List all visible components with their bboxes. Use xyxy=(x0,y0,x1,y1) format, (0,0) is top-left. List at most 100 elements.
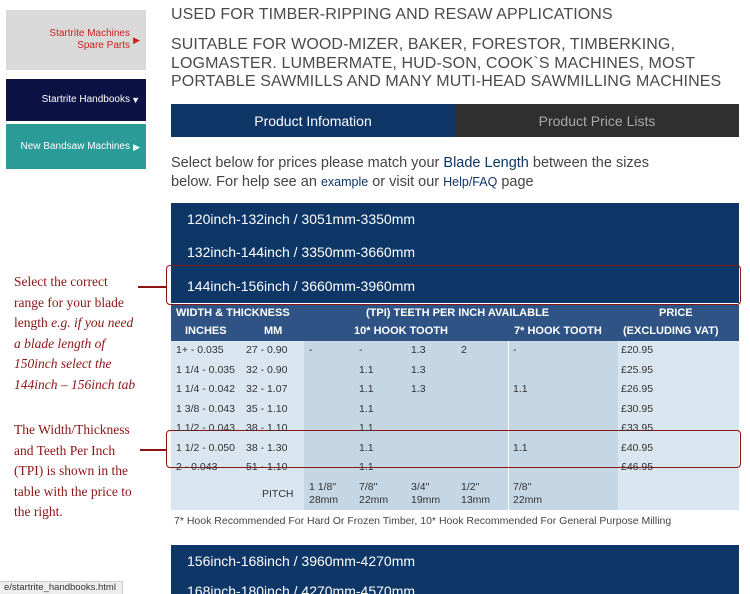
table-row[interactable]: 1 1/4 - 0.035 32 - 0.90 1.1 1.3 £25.95 xyxy=(171,361,739,381)
cell-tpi: 1.3 xyxy=(411,383,426,395)
example-link[interactable]: example xyxy=(321,175,368,189)
annotation-italic: a blade length of xyxy=(14,335,106,351)
cell-price: £46.95 xyxy=(621,461,654,473)
pitch-mm: 22mm xyxy=(359,493,389,506)
sidebar-item-new-bandsaw[interactable]: New Bandsaw Machines ▶ xyxy=(6,124,146,169)
table-body: 1+ - 0.035 27 - 0.90 - - 1.3 2 - £20.95 … xyxy=(171,341,739,510)
subheading-line: LOGMASTER. LUMBERMATE, HUD-SON, COOK`S M… xyxy=(171,54,696,72)
annotation-italic: select the xyxy=(57,356,112,371)
chevron-right-icon: ▶ xyxy=(133,35,140,45)
annotation-line: 144inch – 156inch tab xyxy=(14,375,154,396)
intro-text: Select below for prices please match you… xyxy=(171,154,649,192)
chevron-right-icon: ▶ xyxy=(133,141,140,152)
sidebar-item-spare-parts[interactable]: Startrite Machines Spare Parts ▶ xyxy=(6,10,146,70)
intro-text-part: Select below for prices please match you… xyxy=(171,155,444,171)
annotation-italic: 144inch – 156inch xyxy=(14,376,115,392)
pitch-row: PITCH 1 1/8" 28mm 7/8" 22mm 3/4" 19mm 1/2" 1… xyxy=(171,478,739,510)
cell-tpi: - xyxy=(309,344,313,356)
pitch-inch: 3/4" xyxy=(411,480,430,493)
table-row[interactable]: 1 1/4 - 0.042 32 - 1.07 1.1 1.3 1.1 £26.… xyxy=(171,380,739,400)
cell-mm: 38 - 1.10 xyxy=(246,422,288,434)
cell-inches: 1 3/8 - 0.043 xyxy=(176,402,235,415)
hook-recommendation-note: 7* Hook Recommended For Hard Or Frozen T… xyxy=(174,515,672,527)
range-accordion-lower: 156inch-168inch / 3960mm-4270mm 168inch-… xyxy=(171,545,739,594)
table-row[interactable]: 2 - 0.043 51 - 1.10 1.1 £46.95 xyxy=(171,458,739,478)
annotation-highlight-range xyxy=(166,265,741,305)
header-price: PRICE xyxy=(659,307,693,319)
header-tpi: (TPI) TEETH PER INCH AVAILABLE xyxy=(366,307,550,319)
annotation-italic: e.g. if you need xyxy=(51,315,134,330)
cell-mm: 32 - 1.07 xyxy=(246,383,288,395)
pitch-label: PITCH xyxy=(262,487,294,500)
annotation-italic: 150inch xyxy=(14,356,58,371)
table-row[interactable]: 1 1/2 - 0.050 38 - 1.30 1.1 1.1 £40.95 xyxy=(171,439,739,459)
cell-tpi: 1.1 xyxy=(359,363,374,376)
cell-inches: 1 1/2 - 0.050 xyxy=(176,441,235,454)
pitch-mm: 13mm xyxy=(461,493,491,506)
intro-text-part: between the sizes xyxy=(528,155,649,171)
annotation-line: a blade length of xyxy=(14,334,154,355)
annotation-line: and Teeth Per Inch xyxy=(14,442,116,458)
intro-text-part: or visit our xyxy=(368,174,444,190)
cell-mm: 38 - 1.30 xyxy=(246,441,288,454)
annotation-italic: tab xyxy=(114,376,136,392)
annotation-line: (TPI) is shown in the xyxy=(14,463,128,478)
header-width-thickness: WIDTH & THICKNESS xyxy=(176,307,290,319)
pitch-cell: 7/8" 22mm xyxy=(513,481,542,507)
sidebar-item-label: New Bandsaw Machines xyxy=(20,140,131,152)
cell-tpi: 1.1 xyxy=(513,383,528,395)
price-table: WIDTH & THICKNESS (TPI) TEETH PER INCH A… xyxy=(171,305,739,510)
cell-mm: 32 - 0.90 xyxy=(246,363,288,376)
annotation-line: length e.g. if you need xyxy=(14,313,154,334)
pitch-inch: 7/8" xyxy=(513,480,532,493)
pitch-inch: 7/8" xyxy=(359,480,378,493)
header-inches: INCHES xyxy=(185,325,227,337)
table-row[interactable]: 1 3/8 - 0.043 35 - 1.10 1.1 £30.95 xyxy=(171,400,739,420)
help-faq-link[interactable]: Help/FAQ xyxy=(443,175,497,189)
pitch-cell: 7/8" 22mm xyxy=(359,481,388,507)
cell-tpi: 1.1 xyxy=(359,422,374,434)
cell-tpi: - xyxy=(359,344,363,356)
cell-inches: 2 - 0.043 xyxy=(176,461,218,473)
cell-tpi: 1.1 xyxy=(359,383,374,395)
pitch-inch: 1 1/8" xyxy=(309,480,337,493)
header-mm: MM xyxy=(264,325,283,337)
table-subheader-row: INCHES MM 10* HOOK TOOTH 7* HOOK TOOTH (… xyxy=(171,321,739,341)
header-7-hook: 7* HOOK TOOTH xyxy=(514,325,602,337)
page-subheading: SUITABLE FOR WOOD-MIZER, BAKER, FORESTOR… xyxy=(171,36,721,92)
range-tab-156-168[interactable]: 156inch-168inch / 3960mm-4270mm xyxy=(171,545,739,577)
tab-product-information[interactable]: Product Infomation xyxy=(171,104,455,137)
table-row[interactable]: 1+ - 0.035 27 - 0.90 - - 1.3 2 - £20.95 xyxy=(171,341,739,361)
cell-price: £26.95 xyxy=(621,383,654,395)
annotation-select-range: Select the correct range for your blade … xyxy=(14,272,154,395)
pitch-cell: 1/2" 13mm xyxy=(461,481,490,507)
cell-mm: 27 - 0.90 xyxy=(246,344,288,356)
subheading-line: PORTABLE SAWMILLS AND MANY MUTI-HEAD SAW… xyxy=(171,73,722,90)
tab-product-price-lists[interactable]: Product Price Lists xyxy=(455,104,739,137)
pitch-cell: 1 1/8" 28mm xyxy=(309,481,338,507)
page-heading: USED FOR TIMBER-RIPPING AND RESAW APPLIC… xyxy=(171,6,613,23)
cell-tpi: - xyxy=(513,344,517,356)
cell-price: £40.95 xyxy=(621,441,654,454)
cell-tpi: 1.1 xyxy=(359,461,374,473)
cell-inches: 1 1/2 - 0.043 xyxy=(176,422,235,434)
annotation-line: table with the price to xyxy=(14,483,132,499)
annotation-line: The Width/Thickness xyxy=(14,422,130,437)
cell-tpi: 2 xyxy=(461,344,467,356)
product-tabs: Product Infomation Product Price Lists xyxy=(171,104,739,137)
range-tab-120-132[interactable]: 120inch-132inch / 3051mm-3350mm xyxy=(171,203,739,235)
cell-mm: 35 - 1.10 xyxy=(246,402,288,415)
sidebar-item-handbooks[interactable]: Startrite Handbooks ▼ xyxy=(6,79,146,121)
header-10-hook: 10* HOOK TOOTH xyxy=(354,325,448,337)
sidebar-item-label: Startrite Handbooks xyxy=(41,94,130,105)
range-tab-132-144[interactable]: 132inch-144inch / 3350mm-3660mm xyxy=(171,235,739,269)
range-tab-168-180[interactable]: 168inch-180inch / 4270mm-4570mm xyxy=(171,577,739,594)
cell-price: £33.95 xyxy=(621,422,654,434)
sidebar-item-label: Spare Parts xyxy=(77,40,130,51)
pitch-mm: 19mm xyxy=(411,493,441,506)
cell-price: £20.95 xyxy=(621,344,654,356)
pitch-inch: 1/2" xyxy=(461,480,480,493)
table-row[interactable]: 1 1/2 - 0.043 38 - 1.10 1.1 £33.95 xyxy=(171,419,739,439)
blade-length-text: Blade Length xyxy=(443,155,529,171)
annotation-line: Select the correct xyxy=(14,274,108,289)
